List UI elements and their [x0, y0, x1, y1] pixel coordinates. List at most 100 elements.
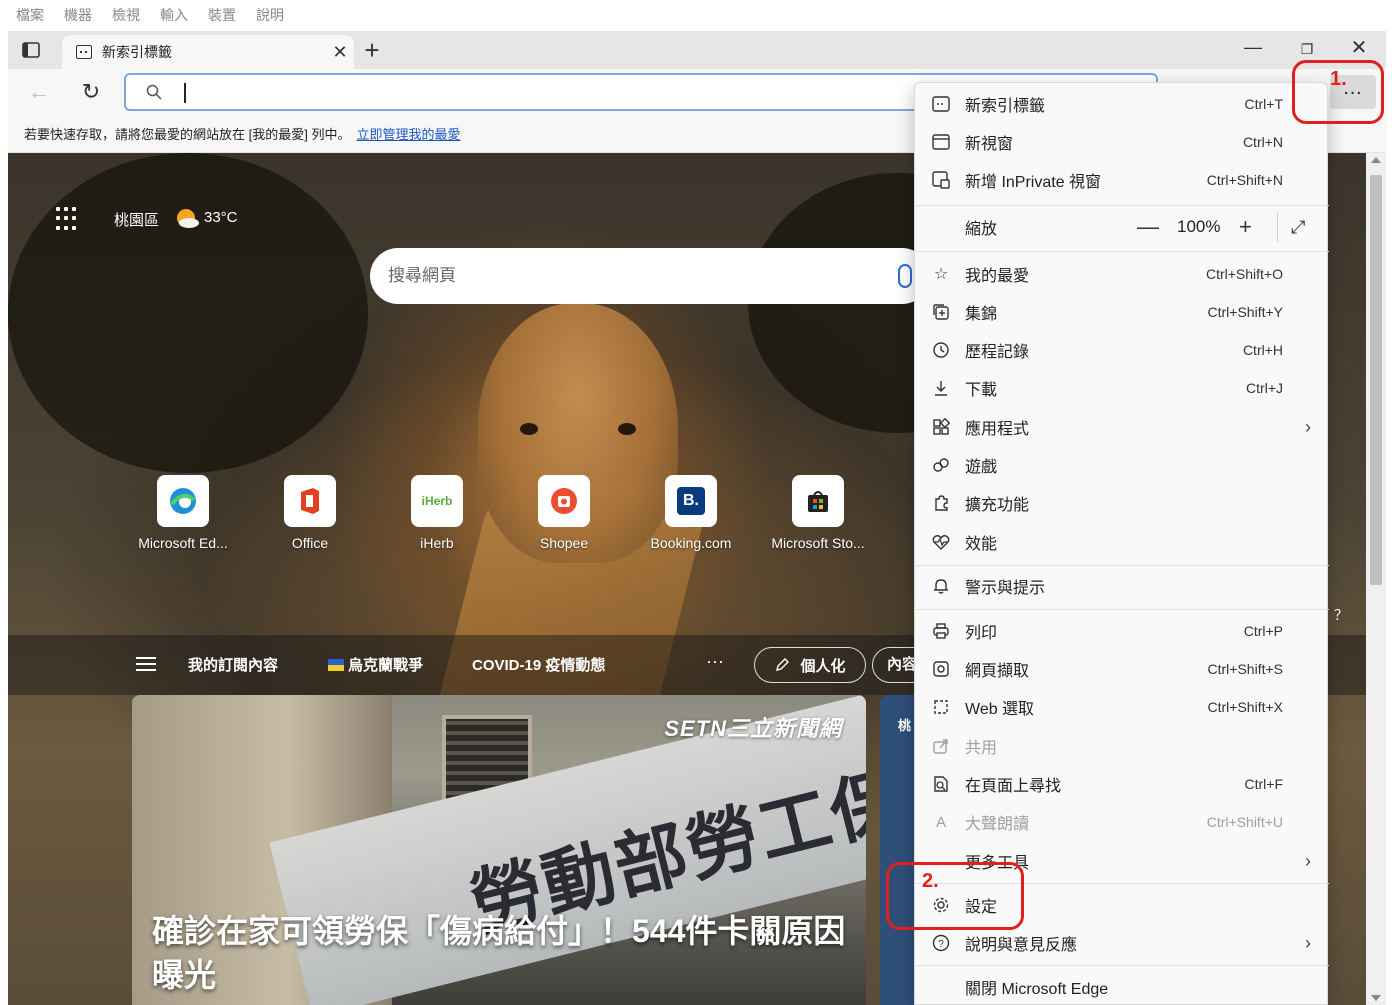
host-menu-view[interactable]: 檢視	[112, 5, 140, 25]
chevron-right-icon: ›	[1305, 850, 1311, 871]
menu-item-shortcut: Ctrl+Shift+S	[1207, 661, 1283, 677]
weather-temperature[interactable]: 33°C	[204, 209, 238, 226]
menu-item-close-edge[interactable]: 關閉 Microsoft Edge	[915, 968, 1329, 1005]
menu-item-label: 共用	[965, 740, 998, 757]
zoom-divider	[1277, 212, 1278, 242]
weather-location[interactable]: 桃園區	[114, 209, 159, 230]
menu-item-label: 新增 InPrivate 視窗	[965, 174, 1102, 191]
scrollbar-thumb[interactable]	[1370, 175, 1382, 585]
menu-item-shortcut: Ctrl+P	[1243, 623, 1283, 639]
menu-item-share: 共用	[915, 727, 1329, 765]
share-icon	[931, 736, 951, 756]
minimize-button[interactable]: —	[1238, 37, 1268, 61]
store-icon	[792, 475, 844, 527]
microphone-icon[interactable]	[898, 264, 912, 288]
ukraine-flag-icon	[328, 659, 344, 671]
quick-link-iherb[interactable]: iHerb iHerb	[382, 475, 492, 551]
web-search-input[interactable]	[388, 262, 868, 290]
partly-cloudy-icon	[177, 209, 199, 228]
quick-link-shopee[interactable]: Shopee	[509, 475, 619, 551]
menu-separator	[915, 609, 1329, 610]
host-menu-file[interactable]: 檔案	[16, 5, 44, 25]
menu-item-apps[interactable]: 應用程式 ›	[915, 408, 1329, 446]
host-menu-devices[interactable]: 裝置	[208, 5, 236, 25]
quick-link-booking[interactable]: B. Booking.com	[636, 475, 746, 551]
zoom-out-button[interactable]: —	[1137, 214, 1159, 240]
quick-link-label: Booking.com	[650, 535, 732, 551]
menu-item-find-on-page[interactable]: 在頁面上尋找 Ctrl+F	[915, 765, 1329, 803]
window-close-button[interactable]: ✕	[1344, 35, 1374, 61]
menu-item-web-capture[interactable]: 網頁擷取 Ctrl+Shift+S	[915, 650, 1329, 688]
scroll-up-icon[interactable]	[1371, 157, 1381, 163]
restore-button[interactable]: ❐	[1292, 37, 1322, 61]
menu-separator	[915, 205, 1329, 206]
news-source-logo: SETN三立新聞網	[664, 716, 842, 741]
quick-link-edge[interactable]: Microsoft Ed...	[128, 475, 238, 551]
menu-item-print[interactable]: 列印 Ctrl+P	[915, 612, 1329, 650]
news-headline[interactable]: 確診在家可領勞保「傷病給付」！544件卡關原因曝光	[152, 909, 862, 997]
tab-my-feed[interactable]: 我的訂閱內容	[188, 654, 278, 675]
menu-item-downloads[interactable]: 下載 Ctrl+J	[915, 369, 1329, 407]
menu-item-new-inprivate-window[interactable]: 新增 InPrivate 視窗 Ctrl+Shift+N	[915, 161, 1329, 199]
menu-item-label: 擴充功能	[965, 497, 1030, 514]
background-foliage	[8, 153, 368, 473]
apps-grid-icon	[931, 417, 951, 437]
fullscreen-icon[interactable]: ⤢	[1291, 217, 1305, 238]
web-search-box[interactable]	[370, 248, 930, 304]
feed-more-button[interactable]: ···	[706, 651, 724, 672]
menu-item-label: 列印	[965, 625, 998, 642]
scroll-down-icon[interactable]	[1371, 995, 1381, 1001]
hamburger-menu-icon[interactable]	[136, 657, 156, 671]
host-menu-input[interactable]: 輸入	[160, 5, 188, 25]
tab-title: 新索引標籤	[102, 44, 172, 60]
back-button[interactable]: ←	[24, 77, 54, 107]
menu-item-collections[interactable]: 集錦 Ctrl+Shift+Y	[915, 293, 1329, 331]
web-select-icon	[931, 697, 951, 717]
menu-item-label: 下載	[965, 382, 998, 399]
read-aloud-icon: A	[935, 813, 946, 831]
manage-favorites-link[interactable]: 立即管理我的最愛	[356, 124, 460, 143]
host-menubar: 檔案 機器 檢視 輸入 裝置 說明	[0, 0, 1392, 30]
quick-link-store[interactable]: Microsoft Sto...	[763, 475, 873, 551]
menu-item-shortcut: Ctrl+Shift+U	[1206, 814, 1283, 830]
host-menu-help[interactable]: 說明	[256, 5, 284, 25]
menu-item-label: 大聲朗讀	[965, 816, 1030, 833]
favorites-star-icon: ☆	[933, 266, 949, 283]
menu-item-web-select[interactable]: Web 選取 Ctrl+Shift+X	[915, 688, 1329, 726]
menu-item-alerts[interactable]: 警示與提示	[915, 567, 1329, 605]
quick-link-office[interactable]: Office	[255, 475, 365, 551]
tab-covid[interactable]: COVID-19 疫情動態	[472, 654, 605, 675]
menu-item-label: 應用程式	[965, 421, 1030, 438]
menu-item-extensions[interactable]: 擴充功能	[915, 484, 1329, 522]
menu-item-performance[interactable]: 效能	[915, 523, 1329, 561]
new-window-icon	[931, 132, 951, 152]
iherb-icon: iHerb	[411, 475, 463, 527]
menu-item-new-tab[interactable]: 新索引標籤 Ctrl+T	[915, 85, 1329, 123]
host-menu-machine[interactable]: 機器	[64, 5, 92, 25]
personalize-button[interactable]: 個人化	[754, 647, 866, 683]
menu-item-label: 集錦	[965, 306, 998, 323]
help-icon: ?	[931, 933, 951, 953]
tab-new-tab[interactable]: 新索引標籤 ✕	[62, 35, 354, 69]
refresh-button[interactable]: ↻	[76, 77, 106, 107]
tab-ukraine-war[interactable]: 烏克蘭戰爭	[328, 654, 423, 675]
menu-separator	[915, 251, 1329, 252]
chevron-right-icon: ›	[1305, 932, 1311, 953]
app-launcher-icon[interactable]	[56, 207, 80, 231]
menu-item-label: 新索引標籤	[965, 98, 1046, 115]
new-tab-button[interactable]: +	[358, 35, 386, 65]
news-card-hero[interactable]: 勞動部勞工保險局 SETN三立新聞網 確診在家可領勞保「傷病給付」！544件卡關…	[132, 695, 866, 1005]
menu-item-favorites[interactable]: ☆ 我的最愛 Ctrl+Shift+O	[915, 255, 1329, 293]
download-icon	[931, 378, 951, 398]
quick-link-label: Microsoft Sto...	[771, 535, 865, 551]
menu-item-label: 我的最愛	[965, 268, 1030, 285]
zoom-in-button[interactable]: +	[1239, 214, 1252, 240]
tab-actions-button[interactable]	[18, 39, 44, 61]
menu-item-history[interactable]: 歷程記錄 Ctrl+H	[915, 331, 1329, 369]
menu-item-games[interactable]: 遊戲	[915, 446, 1329, 484]
tab-close-icon[interactable]: ✕	[326, 42, 354, 63]
menu-item-shortcut: Ctrl+J	[1246, 380, 1283, 396]
page-scrollbar[interactable]	[1366, 153, 1386, 1005]
menu-item-label: 在頁面上尋找	[965, 778, 1062, 795]
menu-item-new-window[interactable]: 新視窗 Ctrl+N	[915, 123, 1329, 161]
